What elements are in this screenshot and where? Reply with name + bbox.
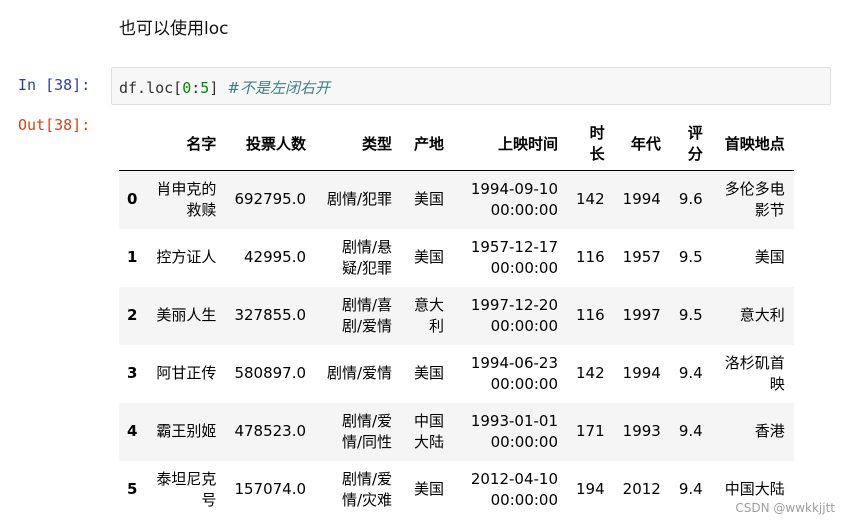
column-header: 上映时间 (453, 118, 568, 171)
row-index: 0 (127, 190, 138, 209)
row-index: 1 (127, 248, 138, 266)
code-start: 0 (182, 79, 192, 97)
table-row: 1 控方证人 42995.0 剧情/悬疑/犯罪 美国 1957-12-17 00… (119, 229, 794, 287)
table-cell: 美国 (414, 364, 445, 382)
table-cell: 1997 (622, 306, 661, 324)
table-cell: 116 (576, 306, 605, 324)
code-prefix: df.loc[ (119, 79, 183, 97)
table-cell: 42995.0 (243, 248, 307, 266)
table-row: 0 肖申克的救赎 692795.0 剧情/犯罪 美国 1994-09-10 00… (119, 170, 794, 229)
table-cell: 控方证人 (156, 248, 217, 266)
table-cell: 1957-12-17 00:00:00 (470, 237, 559, 277)
table-cell: 692795.0 (234, 190, 307, 209)
table-cell: 9.4 (678, 480, 703, 498)
table-cell: 9.6 (678, 190, 703, 209)
table-cell: 1993 (622, 422, 661, 440)
column-header: 评分 (669, 118, 712, 171)
table-cell: 142 (576, 364, 605, 382)
table-cell: 剧情/犯罪 (326, 190, 393, 209)
table-cell: 2012-04-10 00:00:00 (470, 469, 559, 509)
table-cell: 剧情/爱情 (326, 364, 393, 382)
table-cell: 阿甘正传 (156, 364, 217, 382)
table-cell: 1994 (622, 364, 661, 382)
row-index: 5 (127, 480, 138, 498)
table-cell: 9.4 (678, 364, 703, 382)
column-header: 类型 (315, 118, 402, 171)
row-index: 3 (127, 364, 138, 382)
table-cell: 478523.0 (234, 422, 307, 440)
column-header: 名字 (143, 118, 226, 171)
table-cell: 171 (576, 422, 605, 440)
table-cell: 9.5 (678, 306, 703, 324)
table-cell: 剧情/爱情/灾难 (341, 469, 393, 509)
table-row: 5 泰坦尼克号 157074.0 剧情/爱情/灾难 美国 2012-04-10 … (119, 461, 794, 519)
table-cell: 肖申克的救赎 (156, 179, 217, 219)
markdown-text: 也可以使用loc (119, 19, 229, 39)
column-header: 年代 (613, 118, 670, 171)
table-cell: 中国大陆 (414, 411, 445, 451)
input-prompt: In [38]: (18, 76, 91, 94)
table-cell: 9.4 (678, 422, 703, 440)
table-cell: 泰坦尼克号 (156, 469, 217, 509)
table-cell: 9.5 (678, 248, 703, 266)
code-suffix: ] (209, 79, 228, 97)
table-cell: 美国 (414, 190, 445, 209)
column-header: 首映地点 (711, 118, 794, 171)
table-row: 4 霸王别姬 478523.0 剧情/爱情/同性 中国大陆 1993-01-01… (119, 402, 794, 461)
watermark: CSDN @wwkkjjtt (735, 501, 835, 515)
table-row: 3 阿甘正传 580897.0 剧情/爱情 美国 1994-06-23 00:0… (119, 345, 794, 403)
table-cell: 意大利 (414, 295, 445, 335)
table-cell: 157074.0 (234, 480, 307, 498)
table-cell: 2012 (622, 480, 661, 498)
code-line[interactable]: df.loc[0:5] #不是左闭右开 (119, 77, 330, 98)
code-cell-input[interactable]: df.loc[0:5] #不是左闭右开 (111, 67, 831, 105)
table-cell: 美国 (414, 248, 445, 266)
output-prompt: Out[38]: (18, 116, 91, 134)
table-cell: 1957 (622, 248, 661, 266)
code-comment: #不是左闭右开 (227, 79, 330, 97)
table-cell: 剧情/爱情/同性 (341, 411, 393, 451)
code-colon: : (191, 79, 201, 97)
index-header (119, 118, 144, 171)
table-cell: 1993-01-01 00:00:00 (470, 411, 559, 451)
table-cell: 116 (576, 248, 605, 266)
table-cell: 多伦多电影节 (724, 179, 785, 219)
code-end: 5 (200, 79, 210, 97)
table-cell: 1994-09-10 00:00:00 (470, 179, 559, 219)
column-header: 投票人数 (225, 118, 316, 171)
table-row: 2 美丽人生 327855.0 剧情/喜剧/爱情 意大利 1997-12-20 … (119, 286, 794, 345)
table-cell: 洛杉矶首映 (724, 353, 785, 393)
dataframe-table: 名字 投票人数 类型 产地 上映时间 时长 年代 评分 首映地点 0 肖申克的救… (119, 118, 794, 519)
table-cell: 霸王别姬 (156, 422, 217, 440)
table-cell: 194 (576, 480, 605, 498)
row-index: 2 (127, 306, 138, 324)
column-header: 产地 (401, 118, 454, 171)
column-header: 时长 (567, 118, 614, 171)
row-index: 4 (127, 422, 138, 440)
table-cell: 142 (576, 190, 605, 209)
table-cell: 327855.0 (234, 306, 307, 324)
table-cell: 美丽人生 (156, 306, 217, 324)
table-cell: 1997-12-20 00:00:00 (470, 295, 559, 335)
table-cell: 1994 (622, 190, 661, 209)
table-cell: 香港 (754, 422, 785, 440)
table-cell: 美国 (414, 480, 445, 498)
table-header-row: 名字 投票人数 类型 产地 上映时间 时长 年代 评分 首映地点 (119, 118, 794, 171)
table-cell: 意大利 (739, 306, 785, 324)
table-cell: 1994-06-23 00:00:00 (470, 353, 559, 393)
table-cell: 580897.0 (234, 364, 307, 382)
table-cell: 剧情/喜剧/爱情 (341, 295, 393, 335)
table-cell: 美国 (754, 248, 785, 266)
table-cell: 剧情/悬疑/犯罪 (341, 237, 393, 277)
